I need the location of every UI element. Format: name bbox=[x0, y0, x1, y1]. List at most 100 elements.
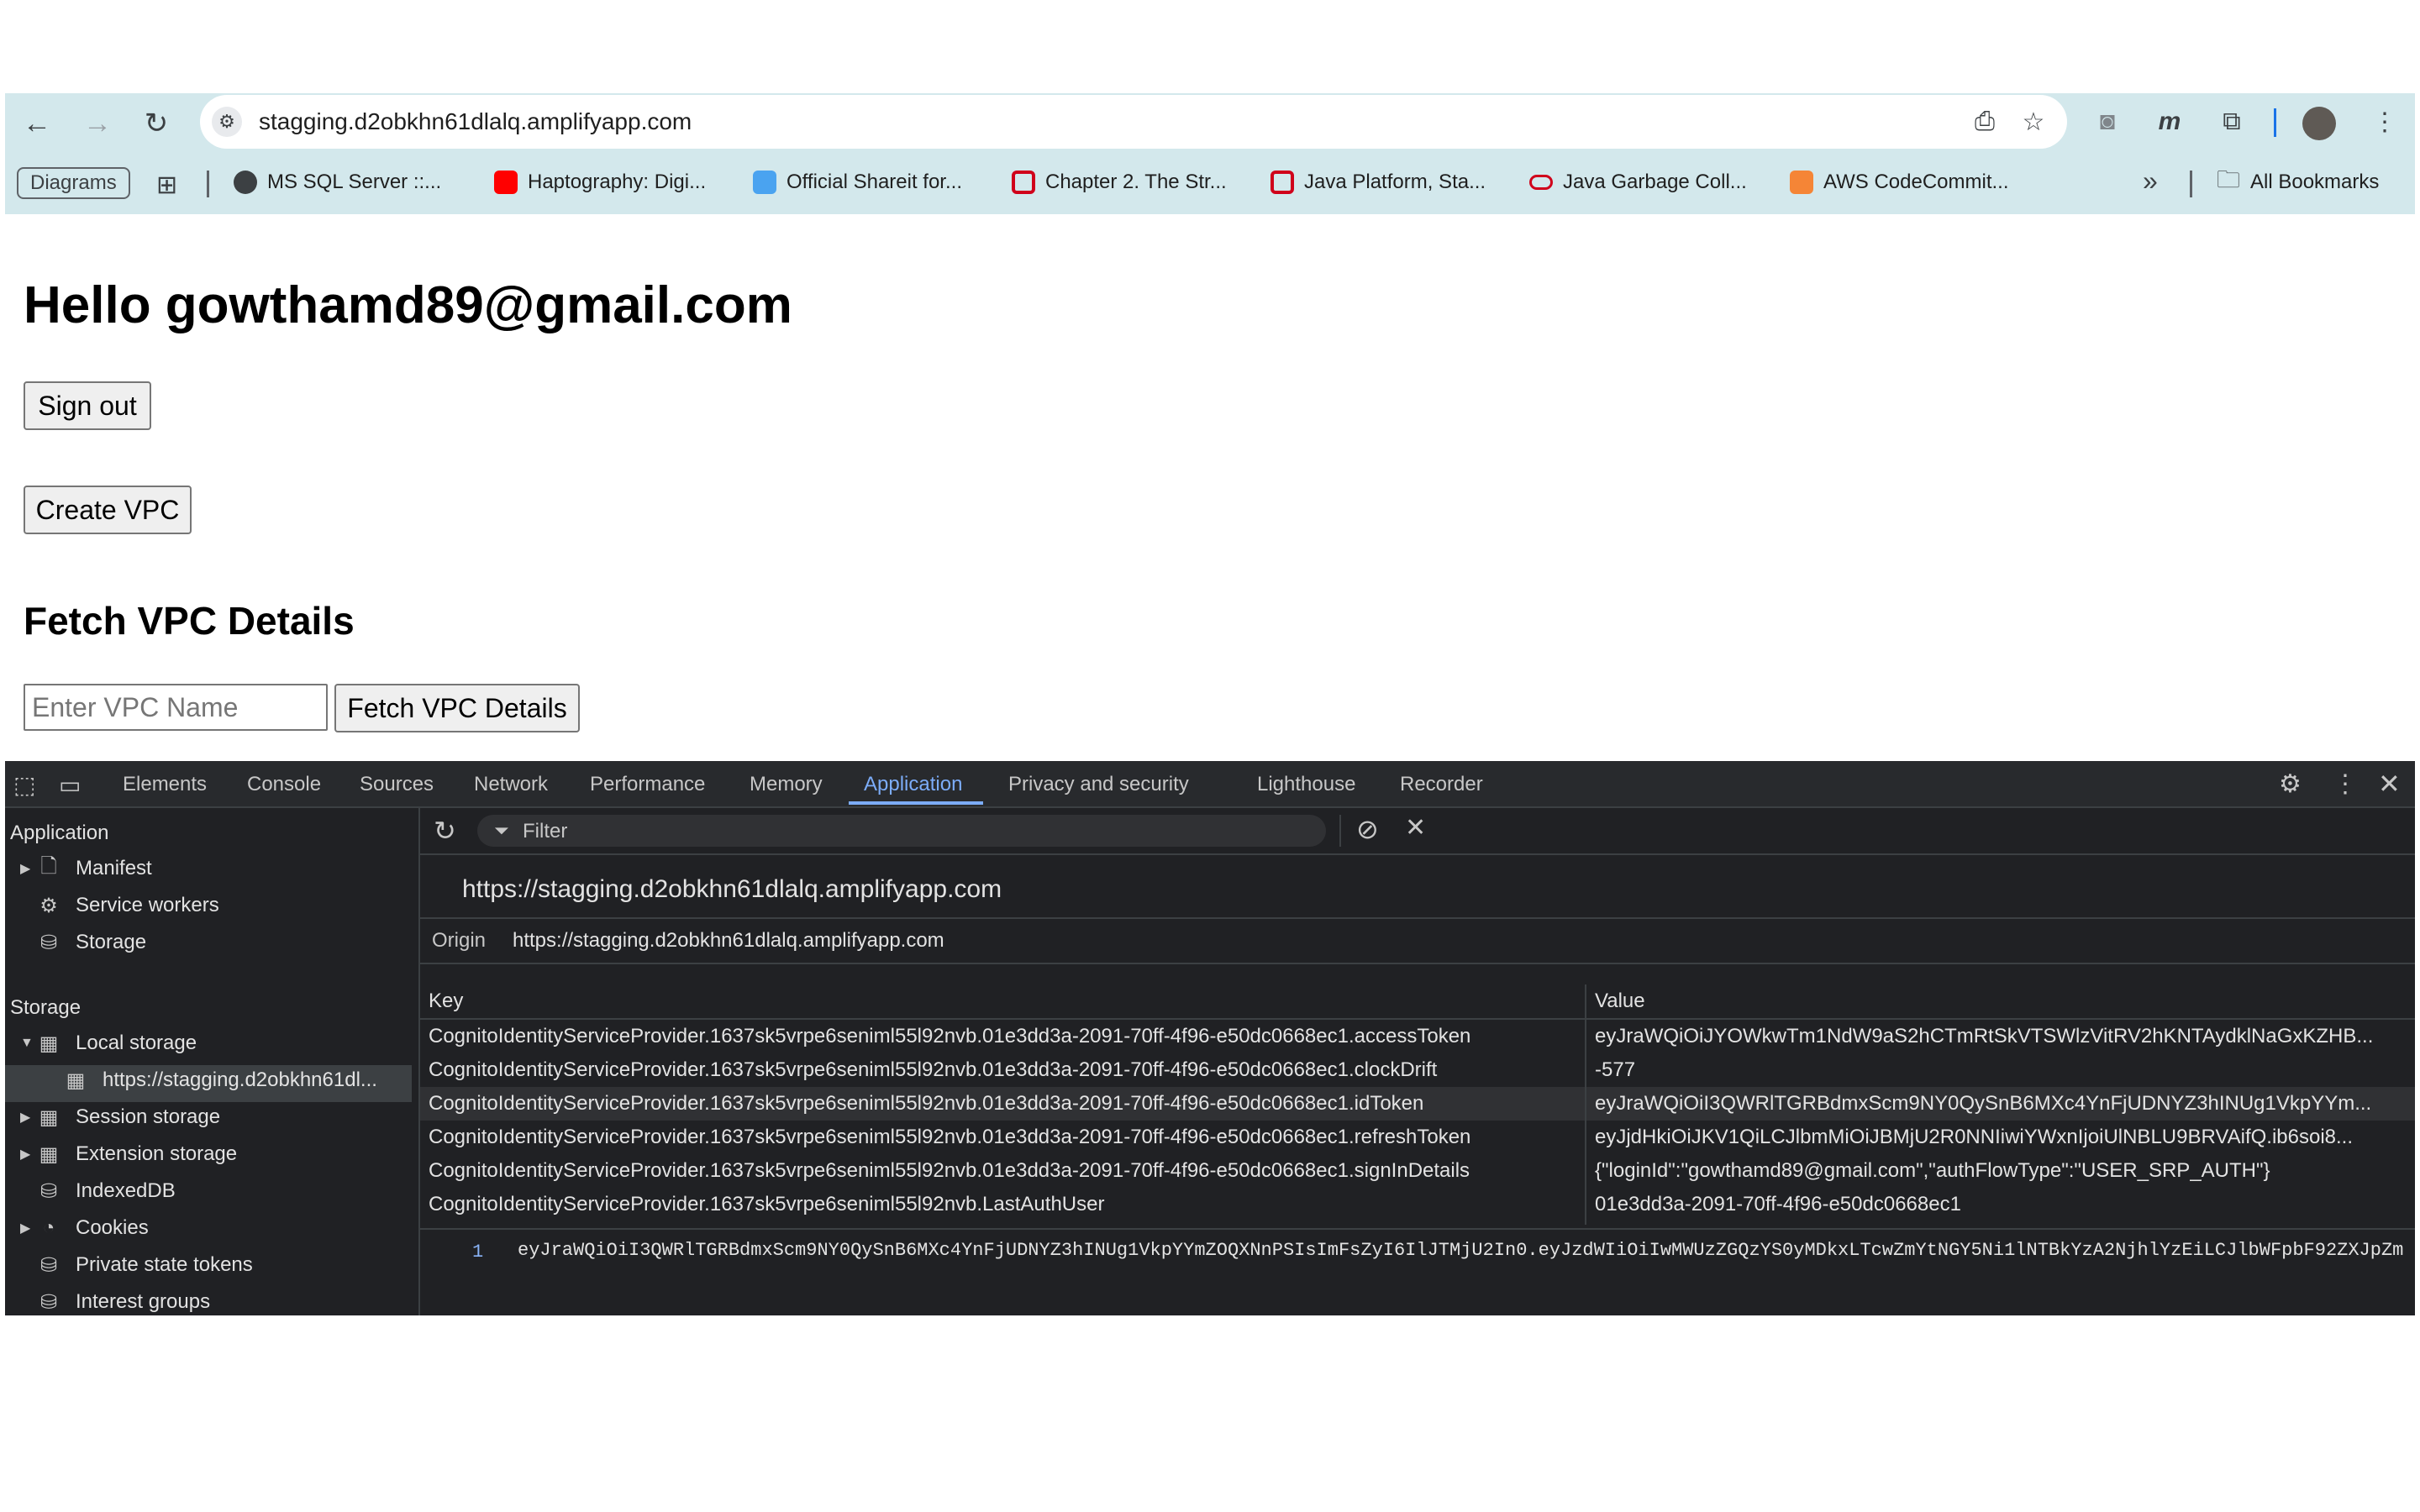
column-header-key[interactable]: Key bbox=[429, 990, 1580, 1013]
preview-value-text[interactable]: eyJraWQiOiI3QWRlTGRBdmxScm9NY0QySnB6MXc4… bbox=[518, 1240, 2412, 1261]
reload-icon[interactable]: ↻ bbox=[139, 107, 173, 140]
table-row[interactable]: CognitoIdentityServiceProvider.1637sk5vr… bbox=[420, 1020, 2415, 1053]
tab-recorder[interactable]: Recorder bbox=[1400, 773, 1483, 796]
apps-grid-icon[interactable]: ⊞ bbox=[156, 171, 177, 200]
site-info-icon[interactable]: ⚙ bbox=[212, 107, 242, 137]
database-icon: ⛁ bbox=[39, 1179, 58, 1203]
sidebar-item-label: Cookies bbox=[76, 1216, 149, 1239]
storage-toolbar: ↻ ⏷ Filter ⊘ ✕ bbox=[420, 808, 2415, 855]
bookmark-label: Haptography: Digi... bbox=[528, 171, 707, 193]
sidebar-item-private-state-tokens[interactable]: ⛁ Private state tokens bbox=[37, 1253, 253, 1277]
tab-performance[interactable]: Performance bbox=[590, 773, 705, 796]
bookmark-java-gc[interactable]: Java Garbage Coll... bbox=[1529, 167, 1747, 197]
tab-application[interactable]: Application bbox=[864, 773, 962, 796]
clear-all-icon[interactable]: ⊘ bbox=[1356, 813, 1379, 845]
close-devtools-icon[interactable]: ✕ bbox=[2378, 768, 2401, 800]
sidebar-item-session-storage[interactable]: ▶ ▦ Session storage bbox=[20, 1105, 220, 1129]
row-key: CognitoIdentityServiceProvider.1637sk5vr… bbox=[429, 1193, 1105, 1215]
bookmark-star-icon[interactable]: ☆ bbox=[2017, 105, 2050, 139]
tab-lighthouse[interactable]: Lighthouse bbox=[1257, 773, 1355, 796]
table-header: Key Value bbox=[420, 984, 2415, 1020]
sidebar-item-local-storage[interactable]: ▼ ▦ Local storage bbox=[20, 1032, 197, 1055]
profile-avatar[interactable] bbox=[2302, 107, 2336, 140]
bookmark-ms-sql[interactable]: MS SQL Server ::... bbox=[234, 167, 441, 197]
application-sidebar: Application ▶ 🗋 Manifest ⚙ Service worke… bbox=[5, 808, 420, 1315]
bookmark-chapter2[interactable]: Chapter 2. The Str... bbox=[1012, 167, 1227, 197]
database-icon: ⛁ bbox=[39, 931, 58, 954]
tab-privacy-security[interactable]: Privacy and security bbox=[1008, 773, 1189, 796]
row-key: CognitoIdentityServiceProvider.1637sk5vr… bbox=[429, 1159, 1470, 1182]
sidebar-item-label: Local storage bbox=[76, 1032, 197, 1054]
cookie-icon: ◔ bbox=[42, 1216, 55, 1239]
refresh-icon[interactable]: ↻ bbox=[434, 815, 456, 847]
tab-elements[interactable]: Elements bbox=[123, 773, 207, 796]
extensions-puzzle-icon[interactable]: ⧉ bbox=[2215, 105, 2249, 139]
collapse-arrow-icon[interactable]: ▼ bbox=[20, 1036, 37, 1051]
bookmark-aws-codecommit[interactable]: AWS CodeCommit... bbox=[1790, 167, 2009, 197]
expand-arrow-icon[interactable]: ▶ bbox=[20, 1220, 37, 1236]
row-key: CognitoIdentityServiceProvider.1637sk5vr… bbox=[429, 1025, 1471, 1047]
tab-memory[interactable]: Memory bbox=[750, 773, 823, 796]
filter-input[interactable]: ⏷ Filter bbox=[477, 815, 1326, 847]
inspect-element-icon[interactable]: ⬚ bbox=[13, 771, 35, 799]
sidebar-item-extension-storage[interactable]: ▶ ▦ Extension storage bbox=[20, 1142, 237, 1166]
origin-row: Origin https://stagging.d2obkhn61dlalq.a… bbox=[420, 917, 2415, 964]
table-row[interactable]: CognitoIdentityServiceProvider.1637sk5vr… bbox=[420, 1188, 2415, 1221]
tab-network[interactable]: Network bbox=[474, 773, 548, 796]
all-bookmarks-label: All Bookmarks bbox=[2250, 171, 2380, 193]
column-divider[interactable] bbox=[1585, 984, 1586, 1225]
table-icon: ▦ bbox=[66, 1068, 86, 1092]
more-bookmarks-icon[interactable]: » bbox=[2143, 165, 2158, 197]
tab-console[interactable]: Console bbox=[247, 773, 321, 796]
address-bar[interactable]: ⚙ stagging.d2obkhn61dlalq.amplifyapp.com… bbox=[200, 95, 2067, 149]
filter-funnel-icon: ⏷ bbox=[494, 820, 509, 841]
table-row[interactable]: CognitoIdentityServiceProvider.1637sk5vr… bbox=[420, 1053, 2415, 1087]
all-bookmarks[interactable]: 🗀 All Bookmarks bbox=[2217, 166, 2380, 197]
table-row-selected[interactable]: CognitoIdentityServiceProvider.1637sk5vr… bbox=[420, 1087, 2415, 1121]
expand-arrow-icon[interactable]: ▶ bbox=[20, 1146, 37, 1163]
sidebar-item-manifest[interactable]: ▶ 🗋 Manifest bbox=[20, 855, 152, 880]
bookmark-java-platform[interactable]: Java Platform, Sta... bbox=[1270, 167, 1486, 197]
sidebar-item-local-storage-origin[interactable]: ▦ https://stagging.d2obkhn61dl... bbox=[64, 1068, 377, 1092]
bookmark-shareit[interactable]: Official Shareit for... bbox=[753, 167, 962, 197]
camera-icon[interactable]: ◙ bbox=[2091, 105, 2124, 139]
browser-menu-icon[interactable]: ⋮ bbox=[2368, 105, 2402, 139]
sidebar-item-indexeddb[interactable]: ⛁ IndexedDB bbox=[37, 1179, 176, 1203]
bookmark-label: Chapter 2. The Str... bbox=[1045, 171, 1227, 193]
sidebar-item-interest-groups[interactable]: ⛁ Interest groups bbox=[37, 1290, 210, 1314]
extension-m-icon[interactable]: m bbox=[2153, 105, 2186, 139]
browser-toolbar: ← → ↻ ⚙ stagging.d2obkhn61dlalq.amplifya… bbox=[5, 93, 2415, 152]
sidebar-item-storage[interactable]: ⛁ Storage bbox=[37, 931, 146, 954]
delete-selected-icon[interactable]: ✕ bbox=[1405, 813, 1426, 843]
row-key: CognitoIdentityServiceProvider.1637sk5vr… bbox=[429, 1092, 1424, 1115]
bookmark-label: AWS CodeCommit... bbox=[1823, 171, 2009, 193]
sidebar-item-cookies[interactable]: ▶ ◔ Cookies bbox=[20, 1216, 149, 1240]
bookmark-label: Official Shareit for... bbox=[786, 171, 962, 193]
create-vpc-button[interactable]: Create VPC bbox=[24, 486, 192, 534]
row-value: -577 bbox=[1595, 1058, 1636, 1081]
address-bar-url[interactable]: stagging.d2obkhn61dlalq.amplifyapp.com bbox=[259, 108, 692, 135]
vpc-name-input[interactable] bbox=[24, 684, 328, 731]
device-toolbar-icon[interactable]: ▭ bbox=[59, 771, 81, 799]
settings-gear-icon[interactable]: ⚙ bbox=[2279, 769, 2302, 799]
table-row[interactable]: CognitoIdentityServiceProvider.1637sk5vr… bbox=[420, 1154, 2415, 1188]
gears-icon: ⚙ bbox=[39, 894, 58, 917]
fetch-vpc-button[interactable]: Fetch VPC Details bbox=[334, 684, 580, 732]
sign-out-button[interactable]: Sign out bbox=[24, 381, 151, 430]
column-header-value[interactable]: Value bbox=[1595, 990, 2395, 1013]
storage-main-pane: ↻ ⏷ Filter ⊘ ✕ https://stagging.d2obkhn6… bbox=[420, 808, 2415, 1315]
bookmark-separator bbox=[2190, 171, 2192, 197]
bookmark-diagrams[interactable]: Diagrams bbox=[17, 167, 130, 199]
back-icon[interactable]: ← bbox=[20, 107, 54, 140]
sidebar-item-label: https://stagging.d2obkhn61dl... bbox=[103, 1068, 377, 1091]
devtools-menu-icon[interactable]: ⋮ bbox=[2333, 769, 2358, 799]
forward-icon[interactable]: → bbox=[81, 107, 114, 140]
table-row[interactable]: CognitoIdentityServiceProvider.1637sk5vr… bbox=[420, 1121, 2415, 1154]
sidebar-item-service-workers[interactable]: ⚙ Service workers bbox=[37, 894, 218, 917]
bookmark-haptography[interactable]: Haptography: Digi... bbox=[494, 167, 706, 197]
bookmark-separator bbox=[207, 171, 209, 197]
expand-arrow-icon[interactable]: ▶ bbox=[20, 860, 37, 877]
tab-sources[interactable]: Sources bbox=[360, 773, 434, 796]
install-app-icon[interactable]: ⎙ bbox=[1968, 105, 2002, 139]
expand-arrow-icon[interactable]: ▶ bbox=[20, 1109, 37, 1126]
